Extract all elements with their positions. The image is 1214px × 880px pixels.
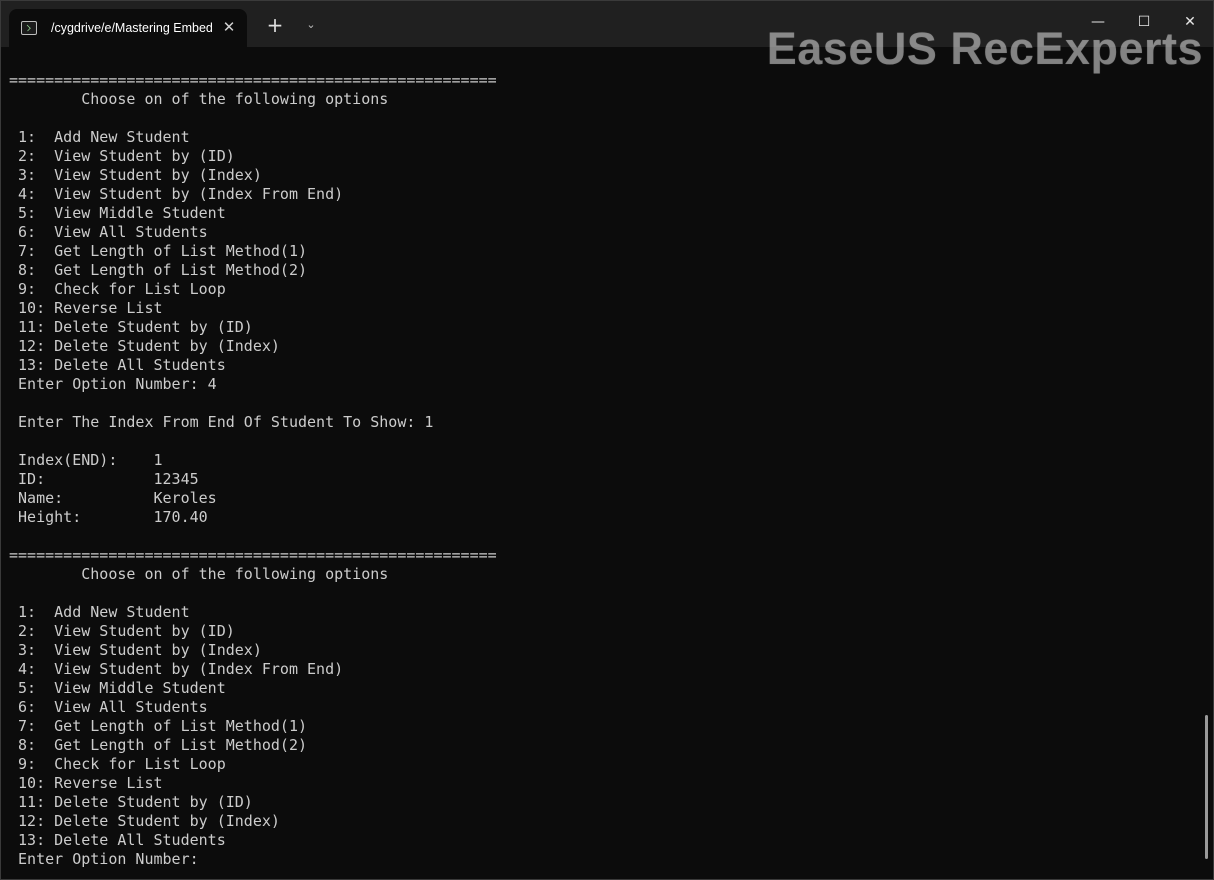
terminal-line: 4: View Student by (Index From End) (9, 185, 344, 203)
terminal-line: 4: View Student by (Index From End) (9, 660, 344, 678)
tab-title: /cygdrive/e/Mastering Embed (51, 21, 213, 35)
terminal-line: 12: Delete Student by (Index) (9, 337, 280, 355)
terminal-line: 6: View All Students (9, 698, 208, 716)
terminal-line: 9: Check for List Loop (9, 755, 226, 773)
minimize-button[interactable]: — (1075, 1, 1121, 45)
terminal-line: 13: Delete All Students (9, 356, 226, 374)
terminal-window: /cygdrive/e/Mastering Embed ✕ + ⌄ — ☐ ✕ … (0, 0, 1214, 880)
terminal-output[interactable]: ========================================… (9, 71, 1189, 871)
title-bar[interactable]: /cygdrive/e/Mastering Embed ✕ + ⌄ — ☐ ✕ (1, 1, 1213, 47)
terminal-line: Enter The Index From End Of Student To S… (9, 413, 434, 431)
terminal-line: 6: View All Students (9, 223, 208, 241)
terminal-line: 1: Add New Student (9, 128, 190, 146)
terminal-line: 8: Get Length of List Method(2) (9, 736, 308, 754)
terminal-line: 8: Get Length of List Method(2) (9, 261, 308, 279)
terminal-line: 2: View Student by (ID) (9, 147, 235, 165)
window-controls: — ☐ ✕ (1075, 1, 1213, 47)
terminal-line: ========================================… (9, 546, 497, 564)
terminal-line: 7: Get Length of List Method(1) (9, 717, 308, 735)
terminal-line: 3: View Student by (Index) (9, 166, 262, 184)
terminal-line: 10: Reverse List (9, 299, 163, 317)
terminal-line: ID: 12345 (9, 470, 199, 488)
terminal-icon (21, 21, 37, 35)
close-button[interactable]: ✕ (1167, 1, 1213, 45)
terminal-line: 2: View Student by (ID) (9, 622, 235, 640)
terminal-line: Height: 170.40 (9, 508, 208, 526)
terminal-line: 5: View Middle Student (9, 679, 226, 697)
terminal-tab[interactable]: /cygdrive/e/Mastering Embed ✕ (9, 9, 247, 47)
new-tab-button[interactable]: + (265, 15, 285, 35)
terminal-line: 11: Delete Student by (ID) (9, 793, 253, 811)
terminal-line: Choose on of the following options (9, 565, 389, 583)
terminal-line: 3: View Student by (Index) (9, 641, 262, 659)
terminal-line: 11: Delete Student by (ID) (9, 318, 253, 336)
terminal-line: 12: Delete Student by (Index) (9, 812, 280, 830)
terminal-line: Index(END): 1 (9, 451, 163, 469)
terminal-line: 10: Reverse List (9, 774, 163, 792)
terminal-line: 7: Get Length of List Method(1) (9, 242, 308, 260)
scrollbar-thumb[interactable] (1205, 715, 1208, 859)
terminal-line: Choose on of the following options (9, 90, 389, 108)
terminal-line: 9: Check for List Loop (9, 280, 226, 298)
terminal-line: 13: Delete All Students (9, 831, 226, 849)
terminal-line: ========================================… (9, 71, 497, 89)
tab-close-icon[interactable]: ✕ (221, 19, 237, 35)
terminal-line: 5: View Middle Student (9, 204, 226, 222)
terminal-line: Enter Option Number: (9, 850, 199, 868)
terminal-line: Name: Keroles (9, 489, 217, 507)
terminal-line: 1: Add New Student (9, 603, 190, 621)
terminal-line: Enter Option Number: 4 (9, 375, 217, 393)
maximize-button[interactable]: ☐ (1121, 1, 1167, 45)
tab-dropdown-button[interactable]: ⌄ (301, 17, 321, 33)
